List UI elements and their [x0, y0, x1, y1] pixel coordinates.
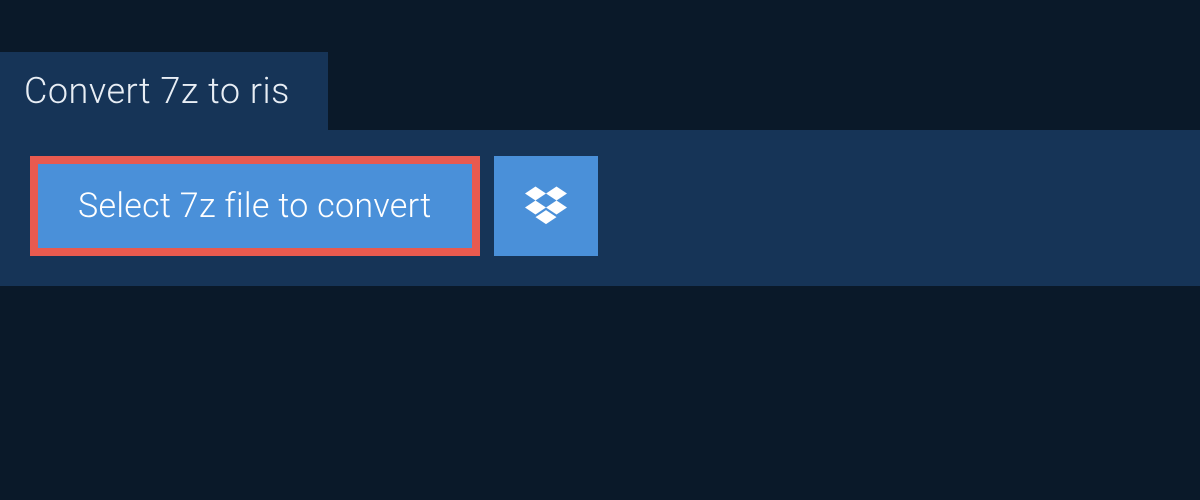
button-row: Select 7z file to convert: [30, 156, 1170, 256]
select-file-button[interactable]: Select 7z file to convert: [30, 156, 480, 256]
select-file-label: Select 7z file to convert: [78, 186, 432, 226]
conversion-panel: Select 7z file to convert: [0, 130, 1200, 286]
dropbox-icon: [525, 183, 567, 229]
tab-convert[interactable]: Convert 7z to ris: [0, 52, 328, 130]
tab-title: Convert 7z to ris: [24, 70, 290, 112]
dropbox-button[interactable]: [494, 156, 598, 256]
tab-bar: Convert 7z to ris: [0, 0, 1200, 130]
